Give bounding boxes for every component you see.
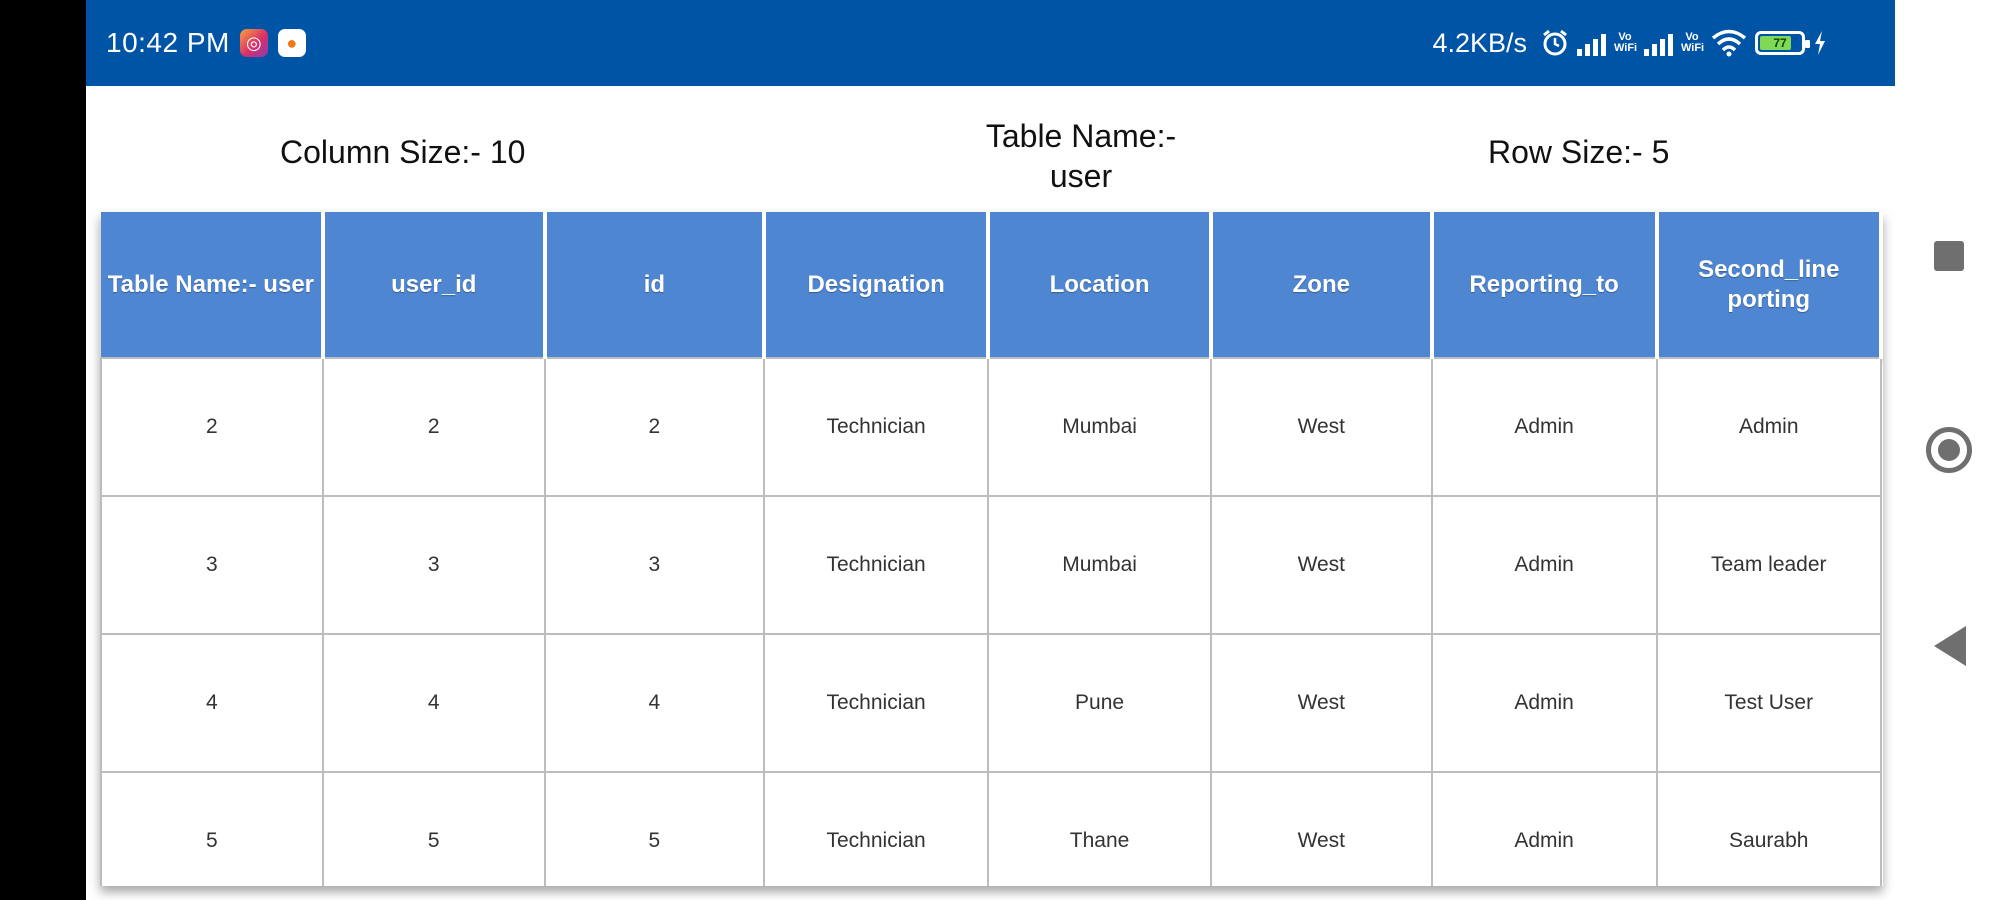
- table-cell: Admin: [1430, 495, 1658, 635]
- battery-icon: 77: [1755, 31, 1810, 55]
- table-cell: 5: [100, 771, 324, 886]
- table-name-title: Table Name:-: [985, 118, 1177, 154]
- column-header: Designation: [763, 212, 991, 358]
- table-cell: Pune: [987, 633, 1212, 773]
- volte-label-2: Vo WiFi: [1681, 31, 1705, 54]
- table-name-value: user: [1049, 158, 1113, 194]
- table-cell: 4: [100, 633, 324, 773]
- header-row: Table Name:- user user_id id Designation…: [101, 212, 1883, 358]
- table-name-label: Table Name:- user: [886, 116, 1276, 196]
- data-table: Table Name:- user user_id id Designation…: [100, 212, 1883, 886]
- signal-icon: [1577, 30, 1606, 56]
- table-cell: 5: [321, 771, 546, 886]
- table-cell: Admin: [1430, 771, 1658, 886]
- table-row: 3 3 3 Technician Mumbai West Admin Team …: [100, 495, 1882, 635]
- column-header: user_id: [322, 212, 547, 358]
- table-cell: 4: [321, 633, 546, 773]
- home-icon[interactable]: [1926, 427, 1972, 473]
- instagram-icon: ◎: [239, 29, 268, 57]
- table-cell: Mumbai: [987, 495, 1212, 635]
- table-cell: Mumbai: [987, 357, 1212, 497]
- recent-apps-icon[interactable]: [1934, 241, 1964, 271]
- table-cell: 5: [543, 771, 765, 886]
- battery-level: 77: [1773, 36, 1787, 50]
- table-info-row: Column Size:- 10 Table Name:- user Row S…: [86, 86, 1895, 210]
- row-size-label: Row Size:- 5: [1488, 134, 1670, 170]
- table-header: Table Name:- user user_id id Designation…: [101, 212, 1883, 358]
- table-cell: Saurabh: [1655, 771, 1882, 886]
- status-right: 4.2KB/s Vo WiFi Vo WiFi 77: [1432, 0, 1827, 86]
- status-bar: 10:42 PM ◎ ● 4.2KB/s Vo WiFi Vo WiFi 77: [86, 0, 1895, 86]
- table-cell: West: [1209, 771, 1433, 886]
- table-cell: Technician: [762, 357, 990, 497]
- column-header: Table Name:- user: [101, 212, 325, 358]
- wifi-icon: [1711, 29, 1747, 57]
- table-row: 5 5 5 Technician Thane West Admin Saurab…: [100, 771, 1882, 886]
- table-cell: West: [1209, 357, 1433, 497]
- column-size-label: Column Size:- 10: [280, 134, 526, 170]
- table-cell: Technician: [762, 771, 990, 886]
- status-time: 10:42 PM: [106, 27, 230, 58]
- table-cell: Test User: [1655, 633, 1882, 773]
- alarm-icon: [1543, 29, 1567, 56]
- table-cell: 3: [543, 495, 765, 635]
- column-header: Zone: [1210, 212, 1434, 358]
- charging-icon: [1815, 31, 1825, 55]
- data-table-container[interactable]: Table Name:- user user_id id Designation…: [100, 212, 1883, 886]
- table-cell: West: [1209, 633, 1433, 773]
- table-cell: 3: [321, 495, 546, 635]
- table-row: 2 2 2 Technician Mumbai West Admin Admin: [100, 357, 1882, 497]
- table-body: 2 2 2 Technician Mumbai West Admin Admin…: [100, 357, 1882, 886]
- back-icon[interactable]: [1934, 626, 1966, 666]
- table-cell: 2: [100, 357, 324, 497]
- column-header: Location: [988, 212, 1213, 358]
- table-row: 4 4 4 Technician Pune West Admin Test Us…: [100, 633, 1882, 773]
- table-cell: 2: [321, 357, 546, 497]
- column-header: Second_line porting: [1656, 212, 1883, 358]
- table-cell: Team leader: [1655, 495, 1882, 635]
- left-edge-bar: [0, 0, 86, 900]
- table-cell: Admin: [1430, 357, 1658, 497]
- table-cell: 3: [100, 495, 324, 635]
- table-cell: Thane: [987, 771, 1212, 886]
- status-left: 10:42 PM ◎ ●: [106, 0, 306, 86]
- net-speed: 4.2KB/s: [1432, 27, 1527, 58]
- app-notification-icon: ●: [277, 29, 306, 57]
- column-header: Reporting_to: [1431, 212, 1659, 358]
- volte-label-1: Vo WiFi: [1614, 31, 1638, 54]
- table-cell: Technician: [762, 495, 990, 635]
- table-cell: West: [1209, 495, 1433, 635]
- table-cell: Technician: [762, 633, 990, 773]
- table-cell: 2: [543, 357, 765, 497]
- table-cell: Admin: [1430, 633, 1658, 773]
- signal-icon: [1644, 30, 1673, 56]
- table-cell: 4: [543, 633, 765, 773]
- column-header: id: [544, 212, 766, 358]
- table-cell: Admin: [1655, 357, 1882, 497]
